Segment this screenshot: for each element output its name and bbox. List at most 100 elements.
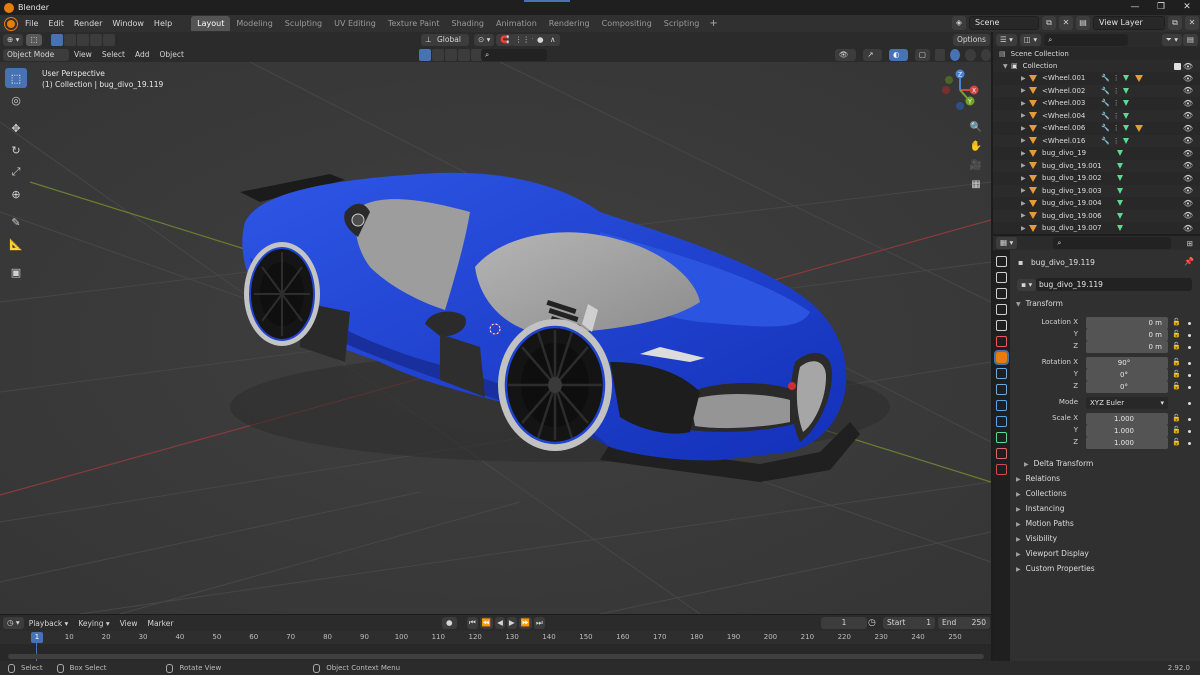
select-invert-icon[interactable] xyxy=(89,33,102,46)
location-y-field[interactable]: 0 m xyxy=(1086,329,1168,341)
orientation-dropdown[interactable]: Global xyxy=(433,33,469,46)
section-relations[interactable]: ▶ Relations xyxy=(1016,474,1060,483)
menu-select[interactable]: Select xyxy=(102,50,125,59)
outliner-row-bug-divo-19-007[interactable]: ▶ bug_divo_19.007 👁 xyxy=(993,222,1200,234)
menu-help[interactable]: Help xyxy=(154,19,172,28)
select-subtract-icon[interactable] xyxy=(76,33,89,46)
constraint-icon[interactable]: ⋮ xyxy=(1113,99,1120,107)
visibility-eye-icon[interactable]: 👁 xyxy=(1183,74,1193,83)
mesh-data-icon[interactable] xyxy=(1122,75,1129,81)
outliner-row-bug-divo-19-003[interactable]: ▶ bug_divo_19.003 👁 xyxy=(993,184,1200,197)
rotation-y-field[interactable]: 0° xyxy=(1086,369,1168,381)
timeline-editor-type-icon[interactable]: ◷ ▾ xyxy=(3,617,24,629)
wireframe-shading-icon[interactable] xyxy=(934,48,946,61)
new-collection-icon[interactable]: ▤ xyxy=(1182,33,1198,46)
current-frame-field[interactable]: 1 xyxy=(821,617,867,629)
object-name-input[interactable]: bug_divo_19.119 xyxy=(1036,278,1192,291)
editor-type-button[interactable]: ⊕ ▾ xyxy=(3,33,24,46)
location-x-field[interactable]: 0 m xyxy=(1086,317,1168,329)
render-tab-icon[interactable] xyxy=(996,272,1007,283)
outliner-row-bug-divo-19-001[interactable]: ▶ bug_divo_19.001 👁 xyxy=(993,159,1200,172)
minimize-button[interactable]: — xyxy=(1122,0,1148,15)
outliner-row-wheel-006[interactable]: ▶ <Wheel.006 🔧 ⋮ 👁 xyxy=(993,122,1200,134)
modifier-icon[interactable]: 🔧 xyxy=(1101,112,1110,120)
collection-expand-icon[interactable]: ▼ xyxy=(1003,63,1011,70)
menu-keying[interactable]: Keying ▾ xyxy=(78,619,109,628)
tab-rendering[interactable]: Rendering xyxy=(543,16,596,31)
expand-arrow-icon[interactable]: ▶ xyxy=(1021,75,1029,82)
menu-marker[interactable]: Marker xyxy=(148,619,174,628)
mesh-data-icon[interactable] xyxy=(1117,175,1123,181)
physics-tab-icon[interactable] xyxy=(996,400,1007,411)
select-intersect-icon[interactable] xyxy=(102,33,115,46)
view-layer-tab-icon[interactable] xyxy=(996,304,1007,315)
expand-arrow-icon[interactable]: ▶ xyxy=(1021,162,1029,169)
section-viewport-display[interactable]: ▶ Viewport Display xyxy=(1016,549,1089,558)
visibility-eye-icon[interactable]: 👁 xyxy=(1183,211,1193,220)
mesh-data-icon[interactable] xyxy=(1122,100,1129,106)
material-shading-icon[interactable] xyxy=(965,48,976,61)
mesh-data-icon[interactable] xyxy=(1117,187,1123,194)
navigation-gizmo[interactable]: X Z Y xyxy=(936,66,984,114)
clock-icon[interactable]: ◷ xyxy=(868,618,876,628)
gizmo-neg-z-icon[interactable] xyxy=(956,102,964,110)
start-frame-field[interactable]: Start 1 xyxy=(883,617,935,629)
scale-z-field[interactable]: 1.000 xyxy=(1086,437,1168,449)
prev-keyframe-icon[interactable]: ⏪ xyxy=(479,617,494,629)
blender-menu-icon[interactable] xyxy=(5,17,17,30)
jump-start-icon[interactable]: ⏮ xyxy=(467,617,478,629)
viewport-search-input[interactable]: ⌕ xyxy=(481,48,547,61)
location-z-field[interactable]: 0 m xyxy=(1086,341,1168,353)
expand-arrow-icon[interactable]: ▶ xyxy=(1021,225,1029,232)
outliner-row-wheel-004[interactable]: ▶ <Wheel.004 🔧 ⋮ 👁 xyxy=(993,109,1200,122)
play-icon[interactable]: ▶ xyxy=(506,617,517,629)
menu-timeline-view[interactable]: View xyxy=(120,619,138,628)
section-visibility[interactable]: ▶ Visibility xyxy=(1016,534,1057,543)
lock-icon[interactable]: 🔓 xyxy=(1172,370,1181,378)
mesh-data-icon[interactable] xyxy=(1117,150,1123,156)
visibility-eye-icon[interactable]: 👁 xyxy=(1183,124,1193,133)
scale-y-field[interactable]: 1.000 xyxy=(1086,425,1168,437)
scale-tool[interactable]: ⤢ xyxy=(5,162,27,182)
outliner-row-wheel-003[interactable]: ▶ <Wheel.003 🔧 ⋮ 👁 xyxy=(993,97,1200,109)
menu-edit[interactable]: Edit xyxy=(48,19,64,28)
scene-copy-icon[interactable]: ⧉ xyxy=(1042,16,1056,30)
collection-visibility-icon[interactable]: 👁 xyxy=(1183,62,1193,71)
outliner-row-wheel-016[interactable]: ▶ <Wheel.016 🔧 ⋮ 👁 xyxy=(993,134,1200,147)
rendered-shading-icon[interactable] xyxy=(980,48,991,61)
pin-icon[interactable]: 📌 xyxy=(1184,257,1194,266)
keyframe-dot-icon[interactable] xyxy=(1188,362,1191,365)
pan-hand-icon[interactable]: ✋ xyxy=(967,139,985,155)
solid-shading-icon[interactable] xyxy=(950,48,961,61)
properties-search-input[interactable]: ⌕ xyxy=(1053,237,1172,249)
modifiers-tab-icon[interactable] xyxy=(996,368,1007,379)
world-tab-icon[interactable] xyxy=(996,336,1007,347)
add-cube-tool[interactable]: ▣ xyxy=(5,262,27,282)
transform-section-header[interactable]: ▼ Transform xyxy=(1016,299,1063,308)
modifier-icon[interactable]: 🔧 xyxy=(1101,74,1110,82)
visibility-icon[interactable]: 👁 ▾ xyxy=(835,48,857,71)
visibility-eye-icon[interactable]: 👁 xyxy=(1183,136,1193,145)
view-layer-copy-icon[interactable]: ⧉ xyxy=(1168,16,1182,30)
material-tab-icon[interactable] xyxy=(996,448,1007,459)
material-icon[interactable] xyxy=(1134,74,1143,82)
tab-compositing[interactable]: Compositing xyxy=(596,16,658,31)
output-tab-icon[interactable] xyxy=(996,288,1007,299)
transform-tool[interactable]: ⊕ xyxy=(5,184,27,204)
visibility-eye-icon[interactable]: 👁 xyxy=(1183,161,1193,170)
object-type-icon[interactable]: ▪ ▾ xyxy=(1017,279,1037,291)
select-box-tool[interactable]: ⬚ xyxy=(5,68,27,88)
menu-view[interactable]: View xyxy=(74,50,92,59)
tab-scripting[interactable]: Scripting xyxy=(658,16,706,31)
collection-row[interactable]: ▼ ▣ Collection 👁 xyxy=(993,60,1200,72)
expand-arrow-icon[interactable]: ▶ xyxy=(1021,100,1029,107)
visibility-eye-icon[interactable]: 👁 xyxy=(1183,186,1193,195)
timeline[interactable]: 10 20 30 40 50 60 70 80 90 100 110 120 130 140 150 160 1… xyxy=(0,631,991,661)
active-tool-icon[interactable]: ⬚ xyxy=(26,33,42,46)
outliner-row-bug-divo-19-002[interactable]: ▶ bug_divo_19.002 👁 xyxy=(993,172,1200,184)
filter-camera-icon[interactable] xyxy=(445,48,457,61)
tab-modeling[interactable]: Modeling xyxy=(230,16,278,31)
expand-arrow-icon[interactable]: ▶ xyxy=(1021,150,1029,157)
gizmo-neg-x-icon[interactable] xyxy=(942,86,950,94)
tab-uv-editing[interactable]: UV Editing xyxy=(328,16,382,31)
